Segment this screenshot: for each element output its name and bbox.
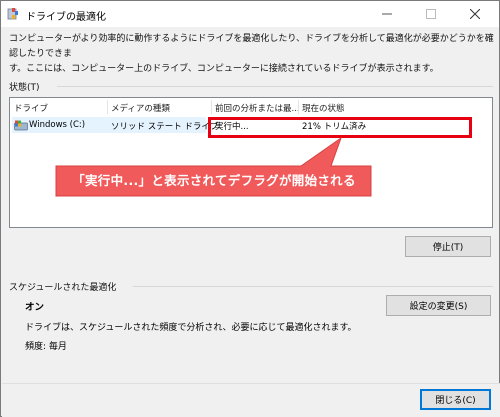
window-title: ドライブの最適化 xyxy=(26,12,106,23)
description-line-2: す。ここには、コンピューター上のドライブ、コンピューターに接続されているドライブ… xyxy=(9,64,439,74)
column-header-last-run[interactable]: 前回の分析または最... xyxy=(215,102,300,114)
description-text: コンピューターがより効率的に動作するようにドライブを最適化したり、ドライブを分析… xyxy=(9,32,495,77)
drive-icon xyxy=(14,120,28,131)
schedule-frequency: 頻度: 毎月 xyxy=(25,342,67,352)
status-section-label: 状態(T) xyxy=(9,83,40,93)
column-separator xyxy=(211,100,212,114)
title-bar: ドライブの最適化 xyxy=(1,1,499,27)
schedule-section-label: スケジュールされた最適化 xyxy=(9,283,117,293)
schedule-state: オン xyxy=(25,302,45,313)
stop-button[interactable]: 停止(T) xyxy=(405,236,491,257)
close-icon xyxy=(470,9,480,19)
status-divider xyxy=(57,86,493,87)
cell-media-type: ソリッド ステート ドライブ xyxy=(111,122,219,132)
close-window-button[interactable] xyxy=(453,1,497,27)
maximize-button[interactable] xyxy=(409,1,453,27)
change-settings-button[interactable]: 設定の変更(S) xyxy=(386,295,491,316)
column-header-media-type[interactable]: メディアの種類 xyxy=(111,102,170,114)
column-header-drive[interactable]: ドライブ xyxy=(14,102,48,114)
schedule-description: ドライブは、スケジュールされた頻度で分析され、必要に応じて最適化されます。 xyxy=(25,323,357,333)
maximize-icon xyxy=(426,9,436,19)
highlight-box xyxy=(208,117,472,138)
column-header-current-status[interactable]: 現在の状態 xyxy=(302,102,345,114)
close-button[interactable]: 閉じる(C) xyxy=(420,389,491,410)
callout-text: 「実行中...」と表示されてデフラグが開始される xyxy=(72,173,356,188)
schedule-divider xyxy=(133,286,493,287)
column-separator xyxy=(298,100,299,114)
defrag-app-icon xyxy=(7,8,18,20)
defrag-window: ドライブの最適化 コンピューターがより効率的に動作するようにドライブを最適化した… xyxy=(0,0,500,417)
minimize-icon xyxy=(382,13,392,15)
column-separator xyxy=(107,100,108,114)
cell-drive-name: Windows (C:) xyxy=(29,120,86,130)
description-line-1: コンピューターがより効率的に動作するようにドライブを最適化したり、ドライブを分析… xyxy=(9,34,494,59)
minimize-button[interactable] xyxy=(365,1,409,27)
